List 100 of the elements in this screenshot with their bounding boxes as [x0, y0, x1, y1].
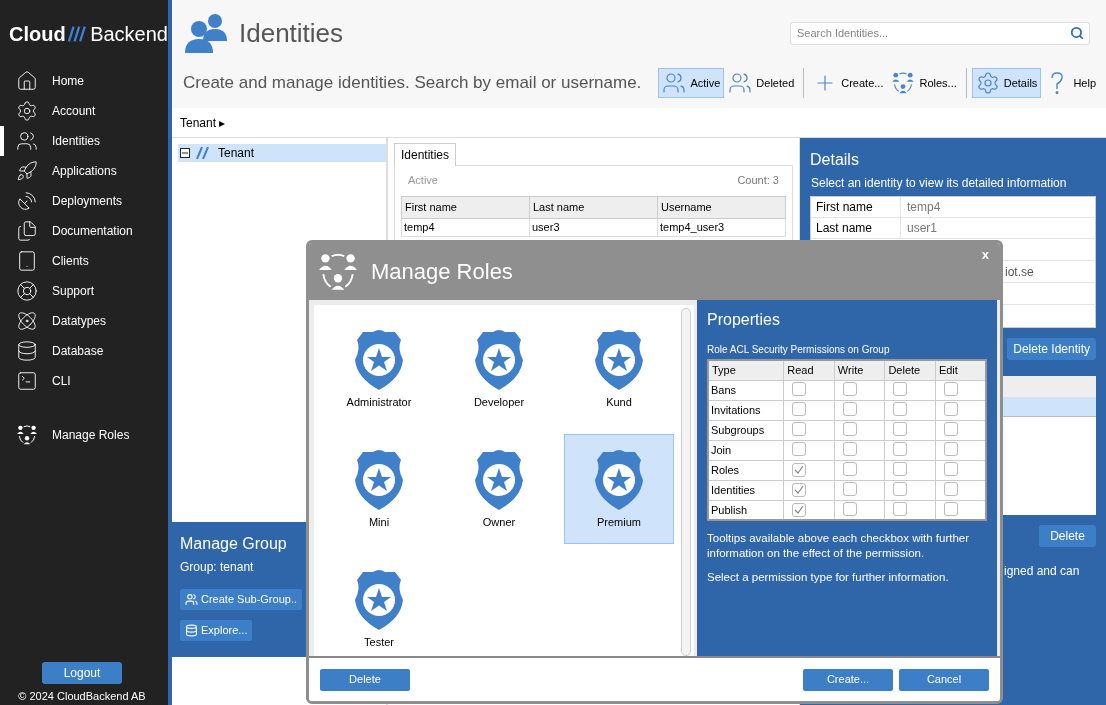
cancel-button[interactable]: Cancel — [899, 668, 989, 691]
logout-button[interactable]: Logout — [42, 661, 122, 684]
documents-icon — [16, 220, 38, 242]
checkbox[interactable] — [943, 402, 958, 416]
toolbar-button[interactable]: Active — [658, 68, 725, 98]
nav-item[interactable]: Account — [0, 96, 168, 126]
field-label: First name — [811, 197, 901, 217]
search-icon[interactable] — [1070, 25, 1084, 40]
checkbox[interactable] — [792, 382, 807, 396]
role-tile[interactable]: Developer — [444, 314, 554, 424]
database-icon — [16, 340, 38, 362]
nav-item[interactable]: Database — [0, 336, 168, 366]
checkbox[interactable] — [943, 501, 958, 516]
badge-star-icon — [593, 447, 645, 510]
checkbox[interactable] — [792, 422, 807, 436]
nav-item[interactable]: Support — [0, 276, 168, 306]
checkbox[interactable] — [893, 382, 908, 396]
nav-item[interactable]: Home — [0, 66, 168, 96]
column-header[interactable]: Username — [657, 196, 786, 219]
table-cell: temp4_user3 — [657, 218, 786, 236]
checkbox[interactable] — [893, 442, 908, 456]
field-label: Last name — [811, 218, 901, 238]
table-cell[interactable]: Subgroups — [708, 420, 784, 440]
checkbox[interactable] — [893, 422, 908, 436]
panel-title: Details — [810, 150, 860, 170]
tree-item[interactable]: Tenant — [178, 144, 386, 162]
delete-identity-button[interactable]: Delete Identity — [1007, 338, 1096, 360]
nav-item[interactable]: Applications — [0, 156, 168, 186]
checkbox[interactable] — [792, 402, 807, 416]
column-header[interactable]: Last name — [529, 196, 658, 219]
checkbox[interactable] — [842, 482, 857, 496]
roles-icon — [891, 71, 916, 95]
subtitle: Create and manage identities. Search by email or username. — [183, 72, 642, 95]
role-tile[interactable]: Tester — [324, 554, 434, 664]
checkbox[interactable] — [842, 442, 857, 456]
column-header: Delete — [884, 360, 936, 380]
delete-button[interactable]: Delete — [1039, 525, 1096, 547]
table-cell[interactable]: Identities — [708, 480, 784, 500]
checkbox[interactable] — [893, 482, 908, 496]
panel-button[interactable]: Create Sub-Group.. — [180, 589, 302, 610]
table-cell[interactable]: Roles — [708, 460, 784, 480]
checkbox[interactable] — [792, 483, 807, 497]
nav-item[interactable]: Manage Roles — [0, 420, 168, 450]
table-cell[interactable]: Bans — [708, 380, 784, 400]
checkbox[interactable] — [792, 442, 807, 456]
table-cell: temp4 — [401, 218, 530, 236]
table-cell[interactable]: Invitations — [708, 400, 784, 420]
panel-button[interactable]: Explore... — [180, 620, 253, 641]
checkbox[interactable] — [943, 442, 958, 456]
count-label: Count: 3 — [737, 172, 779, 188]
checkbox[interactable] — [842, 462, 857, 476]
toolbar-button[interactable]: Create... — [809, 68, 888, 98]
toolbar-button[interactable]: Deleted — [724, 68, 799, 98]
checkbox[interactable] — [893, 462, 908, 476]
checkbox[interactable] — [943, 382, 958, 396]
checkbox[interactable] — [842, 402, 857, 416]
nav-item[interactable]: Datatypes — [0, 306, 168, 336]
gears-icon — [16, 100, 38, 122]
checkbox[interactable] — [893, 501, 908, 516]
toolbar-button[interactable]: Help — [1041, 68, 1100, 98]
create-button[interactable]: Create... — [803, 668, 893, 691]
nav-item[interactable]: Clients — [0, 246, 168, 276]
checkbox[interactable] — [842, 501, 857, 516]
house-icon — [16, 70, 38, 92]
role-tile[interactable]: Premium — [564, 434, 674, 544]
column-header: Write — [834, 360, 885, 380]
lifebuoy-icon — [16, 280, 38, 302]
badge-star-icon — [353, 447, 405, 510]
rocket-icon — [16, 160, 38, 182]
role-tile[interactable]: Administrator — [324, 314, 434, 424]
checkbox[interactable] — [842, 382, 857, 396]
badge-star-icon — [353, 567, 405, 630]
checkbox[interactable] — [943, 462, 958, 476]
role-tile[interactable]: Mini — [324, 434, 434, 544]
column-header[interactable]: First name — [401, 196, 530, 219]
roles-icon — [16, 424, 38, 446]
nav-item[interactable]: Documentation — [0, 216, 168, 246]
table-cell[interactable]: Join — [708, 440, 784, 460]
checkbox[interactable] — [943, 482, 958, 496]
checkbox[interactable] — [893, 402, 908, 416]
scrollbar[interactable] — [681, 308, 691, 656]
role-tile[interactable]: Owner — [444, 434, 554, 544]
delete-button[interactable]: Delete — [320, 668, 410, 691]
nav-item[interactable]: Deployments — [0, 186, 168, 216]
checkbox[interactable] — [842, 422, 857, 436]
logo: Cloud Backend — [9, 22, 168, 46]
badge-star-icon — [473, 447, 525, 510]
toolbar-button[interactable]: Roles... — [887, 68, 961, 98]
checkbox[interactable] — [792, 502, 807, 517]
checkbox[interactable] — [943, 422, 958, 436]
checkbox[interactable] — [792, 463, 807, 477]
breadcrumb[interactable]: Tenant ▸ — [180, 113, 226, 132]
toolbar-button[interactable]: Details — [971, 68, 1042, 98]
database-icon — [185, 624, 198, 637]
terminal-icon — [16, 370, 38, 392]
tab[interactable]: Identities — [394, 143, 457, 166]
collapse-icon[interactable] — [180, 148, 190, 158]
role-tile[interactable]: Kund — [564, 314, 674, 424]
nav-item[interactable]: CLI — [0, 366, 168, 396]
search-field[interactable]: Search Identities... — [790, 21, 1090, 45]
